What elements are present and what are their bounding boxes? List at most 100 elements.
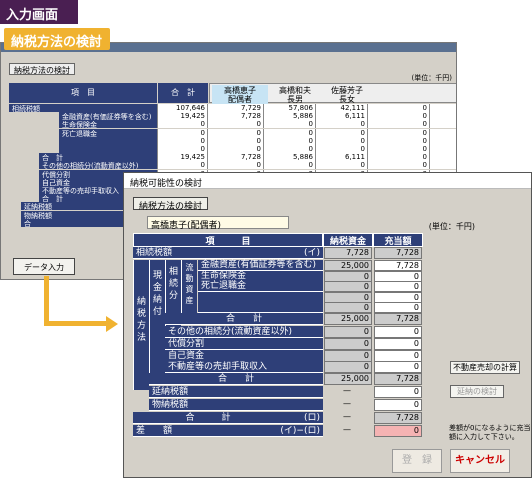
background-cell: 0 (263, 136, 315, 145)
section-title: 納税方法の検討 (4, 28, 111, 50)
liquid-row-funds: 25,000 (324, 260, 372, 271)
background-table-row: 000000 (9, 145, 456, 153)
liquid-row-allocation-input[interactable]: 7,728 (374, 260, 422, 271)
liquid-total-allocation: 7,728 (374, 313, 422, 325)
background-cell: 0 (315, 145, 367, 153)
background-cell: 0 (367, 136, 429, 145)
background-cell: 0 (429, 104, 456, 112)
col-header-item: 項 目 (133, 233, 323, 247)
realestate-sale-calc-button[interactable]: 不動産売却の計算 (450, 361, 520, 374)
other-row-label: 代償分割 (165, 337, 323, 350)
liquid-row-label: 死亡退職金 (198, 281, 323, 293)
background-row-label: 生命保険金 (59, 120, 157, 129)
background-row-label (59, 136, 157, 145)
other-row-funds: 0 (324, 361, 372, 374)
background-cell: 0 (157, 136, 207, 145)
background-cell: 0 (263, 145, 315, 153)
background-cell: 42,111 (315, 104, 367, 112)
row-mark-tax: (イ) (283, 247, 323, 259)
liquid-row-funds: 0 (324, 270, 372, 282)
liquid-row-label: 金融資産(有価証券等を含む) (198, 260, 323, 271)
in-kind-label: 物納税額 (149, 399, 323, 411)
liquid-row-label (198, 302, 323, 314)
other-row-allocation-input[interactable]: 0 (374, 349, 422, 362)
background-unit: (単位：千円) (411, 74, 452, 82)
background-cell: 6,111 (315, 112, 367, 121)
background-table-row: 000000 (9, 136, 456, 145)
liquid-row-allocation-input[interactable]: 0 (374, 302, 422, 314)
background-people-header: 高橋恵子 高橋和夫 佐藤芳子 配偶者 長男 長女 (209, 83, 456, 105)
register-button[interactable]: 登 録 (392, 449, 442, 473)
background-cell: 0 (315, 128, 367, 137)
background-cell: 0 (315, 161, 367, 170)
liquid-row-allocation-input[interactable]: 0 (374, 281, 422, 293)
background-cell: 107,646 (157, 104, 207, 112)
other-row-funds: 0 (324, 337, 372, 350)
liquid-row-funds: 0 (324, 291, 372, 303)
background-table-row: 合 計19,4257,7285,8866,11100 (9, 153, 456, 162)
background-table-row: 金融資産(有価証券等を含む)19,4257,7285,8866,11100 (9, 112, 456, 121)
background-cell: 0 (367, 161, 429, 170)
background-cell: 0 (157, 145, 207, 153)
background-cell: 0 (429, 128, 456, 137)
background-cell: 0 (207, 128, 263, 137)
background-section-label: 納税方法の検討 (9, 63, 75, 75)
background-cell: 0 (157, 128, 207, 137)
arrow-head-icon (106, 316, 118, 332)
background-cell: 0 (315, 120, 367, 129)
background-cell: 57,806 (263, 104, 315, 112)
background-cell: 19,425 (157, 153, 207, 162)
background-cell: 5,886 (263, 153, 315, 162)
background-cell: 0 (429, 153, 456, 162)
cancel-button[interactable]: キャンセル (450, 449, 510, 473)
background-row-label: 死亡退職金 (59, 128, 157, 137)
row-label-tax: 相続税額 (133, 247, 283, 259)
grand-total-funds: — (324, 412, 372, 424)
screen-label: 入力画面 (0, 0, 78, 24)
arrow-connector (44, 321, 108, 326)
liquid-row-allocation-input[interactable]: 0 (374, 291, 422, 303)
background-row-label: その他の相続分(流動資産以外) (39, 161, 157, 170)
background-cell: 0 (263, 128, 315, 137)
other-row-allocation-input[interactable]: 0 (374, 326, 422, 338)
arrow-connector (44, 276, 49, 326)
deferred-payment-button[interactable]: 延納の検討 (450, 385, 504, 398)
person-name-field[interactable]: 高橋恵子(配偶者) (147, 216, 289, 231)
grand-total-label: 合 計 (133, 412, 283, 424)
background-cell: 0 (429, 112, 456, 121)
unit-label: (単位：千円) (428, 222, 475, 231)
background-row-label (59, 145, 157, 153)
vert-label-cash: 現 金 納 付 (149, 260, 165, 378)
background-cell: 0 (367, 153, 429, 162)
background-cell: 0 (207, 161, 263, 170)
difference-label: 差 額 (133, 425, 263, 437)
background-cell: 0 (367, 112, 429, 121)
background-cell: 0 (207, 145, 263, 153)
vert-label-method: 納 税 方 法 (133, 260, 149, 390)
background-cell: 0 (157, 161, 207, 170)
background-table-row: 死亡退職金000000 (9, 128, 456, 137)
in-kind-funds: — (324, 399, 372, 411)
col-header-allocation: 充当額 (373, 233, 423, 247)
cash-total-label: 合 計 (149, 373, 323, 385)
background-cell: 0 (157, 120, 207, 129)
difference-funds: — (324, 425, 372, 437)
background-cell: 0 (429, 120, 456, 129)
liquid-total-label: 合 計 (165, 313, 323, 325)
tax-funds-value: 7,728 (324, 247, 372, 259)
liquid-row-label (198, 291, 323, 303)
liquid-total-funds: 25,000 (324, 313, 372, 325)
in-kind-allocation-input[interactable]: 0 (374, 399, 422, 411)
deferred-label: 延納税額 (149, 386, 323, 398)
liquid-row-funds: 0 (324, 302, 372, 314)
other-row-allocation-input[interactable]: 0 (374, 361, 422, 374)
liquid-row-label: 生命保険金 (198, 270, 323, 282)
other-row-allocation-input[interactable]: 0 (374, 337, 422, 350)
background-cell: 7,728 (207, 112, 263, 121)
data-entry-button[interactable]: データ入力 (13, 258, 75, 275)
other-row-funds: 0 (324, 349, 372, 362)
difference-mark: (イ)−(ロ) (263, 425, 323, 437)
liquid-row-allocation-input[interactable]: 0 (374, 270, 422, 282)
other-row-label: 自己資金 (165, 349, 323, 362)
deferred-allocation-input[interactable]: 0 (374, 386, 422, 398)
